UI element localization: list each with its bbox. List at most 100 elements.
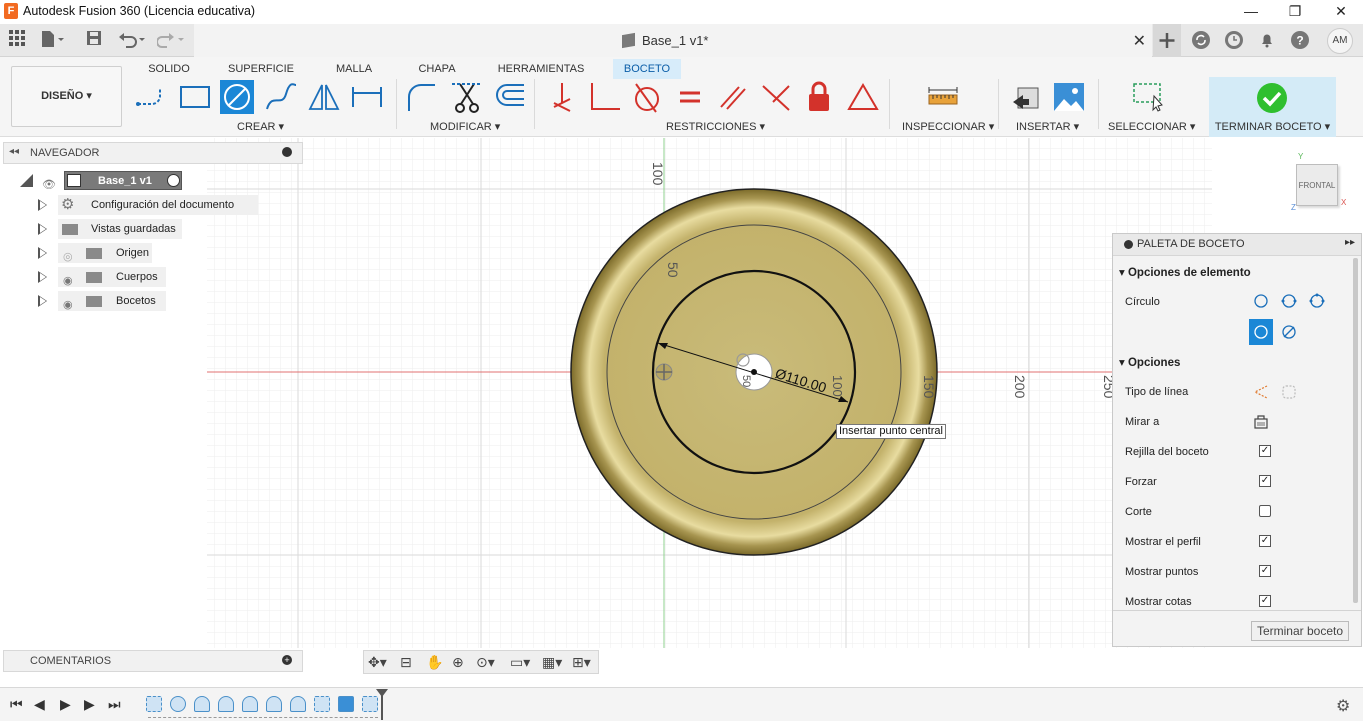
options-section[interactable]: ▾ Opciones [1119, 355, 1180, 369]
document-tab[interactable]: Base_1 v1* ✕ [194, 24, 1152, 57]
line-tool-icon[interactable] [135, 80, 169, 114]
show-profile-checkbox[interactable] [1259, 535, 1271, 547]
coincident-constraint-icon[interactable] [545, 80, 579, 114]
center-diameter-circle-icon[interactable] [1253, 293, 1269, 309]
grid-settings-icon[interactable]: ▦▾ [542, 654, 562, 671]
look-at-icon[interactable] [1253, 414, 1269, 430]
file-menu-icon[interactable] [40, 30, 66, 50]
timeline-marker-head[interactable] [376, 689, 388, 697]
triangle-constraint-icon[interactable] [846, 80, 880, 114]
dimension-tool-icon[interactable] [350, 80, 384, 114]
expand-triangle-icon[interactable] [38, 223, 47, 235]
eye-visibility-icon[interactable]: ◉ [63, 295, 73, 315]
sketch-grid-checkbox[interactable] [1259, 445, 1271, 457]
tree-item-sketches[interactable]: ◉ Bocetos [38, 291, 198, 311]
select-box-icon[interactable] [1131, 80, 1165, 114]
tree-root-base[interactable]: 👁 Base_1 v1 [20, 171, 190, 191]
tab-solido[interactable]: SOLIDO [141, 59, 197, 79]
tree-item-origin[interactable]: ◎ Origen [38, 243, 198, 263]
sync-icon[interactable] [1190, 29, 1212, 51]
tab-boceto[interactable]: BOCETO [613, 59, 681, 79]
step-back-icon[interactable]: ◀ [34, 696, 45, 713]
timeline-fillet-item[interactable] [266, 696, 282, 712]
create-group-label[interactable]: CREAR ▾ [237, 120, 284, 133]
element-options-section[interactable]: ▾ Opciones de elemento [1119, 265, 1251, 279]
palette-scrollbar[interactable] [1353, 258, 1358, 603]
fix-lock-icon[interactable] [802, 80, 836, 114]
circle-tool-icon[interactable] [220, 80, 254, 114]
offset-tool-icon[interactable] [492, 80, 526, 114]
rectangle-tool-icon[interactable] [178, 80, 212, 114]
viewports-icon[interactable]: ⊞▾ [572, 654, 591, 671]
add-comment-icon[interactable]: + [282, 655, 292, 665]
snap-checkbox[interactable] [1259, 475, 1271, 487]
equal-constraint-icon[interactable] [673, 80, 707, 114]
minimize-panel-icon[interactable] [282, 147, 292, 157]
two-point-circle-icon[interactable] [1281, 293, 1297, 309]
center-circle-option-selected[interactable] [1249, 319, 1273, 345]
zoom-icon[interactable]: ⊕ [452, 654, 464, 671]
tangent-circle-icon[interactable] [1281, 324, 1297, 340]
tree-item-bodies[interactable]: ◉ Cuerpos [38, 267, 198, 287]
show-points-checkbox[interactable] [1259, 565, 1271, 577]
expand-palette-icon[interactable]: ▸▸ [1345, 237, 1355, 248]
workspace-design-dropdown[interactable]: DISEÑO ▾ [11, 66, 122, 127]
job-status-icon[interactable] [1223, 29, 1245, 51]
collapse-arrows-icon[interactable]: ◂◂ [9, 146, 19, 157]
play-icon[interactable]: ▶ [60, 696, 71, 713]
eye-visibility-icon[interactable]: 👁 [42, 175, 56, 195]
orbit-move-icon[interactable]: ✥▾ [368, 654, 387, 671]
data-panel-grid-icon[interactable] [9, 30, 25, 50]
go-to-end-icon[interactable]: ⏭ [108, 696, 121, 713]
timeline-sketch-item[interactable] [314, 696, 330, 712]
activate-radio-icon[interactable] [167, 174, 180, 187]
symmetry-constraint-icon[interactable] [759, 80, 793, 114]
undo-icon[interactable] [118, 30, 148, 50]
constraints-group-label[interactable]: RESTRICCIONES ▾ [666, 120, 765, 133]
finish-sketch-panel[interactable]: TERMINAR BOCETO ▾ [1209, 77, 1336, 137]
timeline-fillet-item[interactable] [290, 696, 306, 712]
parallel-constraint-icon[interactable] [716, 80, 750, 114]
expand-triangle-icon[interactable] [38, 199, 47, 211]
fillet-tool-icon[interactable] [404, 80, 438, 114]
tab-malla[interactable]: MALLA [327, 59, 381, 79]
finish-sketch-button[interactable]: Terminar boceto [1251, 621, 1349, 641]
new-tab-button[interactable] [1153, 24, 1181, 57]
timeline-fillet-item[interactable] [218, 696, 234, 712]
finish-sketch-label[interactable]: TERMINAR BOCETO ▾ [1209, 120, 1336, 133]
minimize-button[interactable]: — [1229, 1, 1273, 21]
tab-superficie[interactable]: SUPERFICIE [224, 59, 298, 79]
expanded-triangle-icon[interactable] [20, 174, 33, 187]
perpendicular-constraint-icon[interactable] [588, 80, 622, 114]
insert-group-label[interactable]: INSERTAR ▾ [1016, 120, 1079, 133]
insert-canvas-image-icon[interactable] [1052, 80, 1086, 114]
insert-derive-icon[interactable] [1010, 80, 1044, 114]
inspect-group-label[interactable]: INSPECCIONAR ▾ [902, 120, 994, 133]
select-group-label[interactable]: SELECCIONAR ▾ [1108, 120, 1195, 133]
close-window-button[interactable]: ✕ [1319, 1, 1363, 21]
maximize-button[interactable]: ❐ [1273, 1, 1317, 21]
measure-ruler-icon[interactable] [926, 80, 960, 114]
centerline-icon[interactable] [1281, 384, 1297, 400]
step-forward-icon[interactable]: ▶ [84, 696, 95, 713]
show-dimensions-checkbox[interactable] [1259, 595, 1271, 607]
comments-panel-header[interactable]: COMENTARIOS + [3, 650, 303, 672]
redo-icon[interactable] [156, 30, 187, 50]
slice-checkbox[interactable] [1259, 505, 1271, 517]
timeline-fillet-item[interactable] [194, 696, 210, 712]
pan-hand-icon[interactable]: ✋ [426, 654, 443, 671]
minimize-palette-icon[interactable] [1124, 240, 1133, 249]
timeline-fillet-item[interactable] [242, 696, 258, 712]
help-icon[interactable]: ? [1289, 29, 1311, 51]
three-point-circle-icon[interactable] [1309, 293, 1325, 309]
viewcube[interactable]: FRONTAL [1296, 164, 1338, 206]
go-to-start-icon[interactable]: ⏮ [10, 696, 23, 713]
tangent-constraint-icon[interactable] [630, 80, 664, 114]
modify-group-label[interactable]: MODIFICAR ▾ [430, 120, 500, 133]
display-settings-icon[interactable]: ▭▾ [510, 654, 530, 671]
timeline-revolve-item[interactable] [170, 696, 186, 712]
timeline-sketch-item[interactable] [362, 696, 378, 712]
timeline-sketch-item[interactable] [146, 696, 162, 712]
tab-herramientas[interactable]: HERRAMIENTAS [492, 59, 590, 79]
expand-triangle-icon[interactable] [38, 247, 47, 259]
